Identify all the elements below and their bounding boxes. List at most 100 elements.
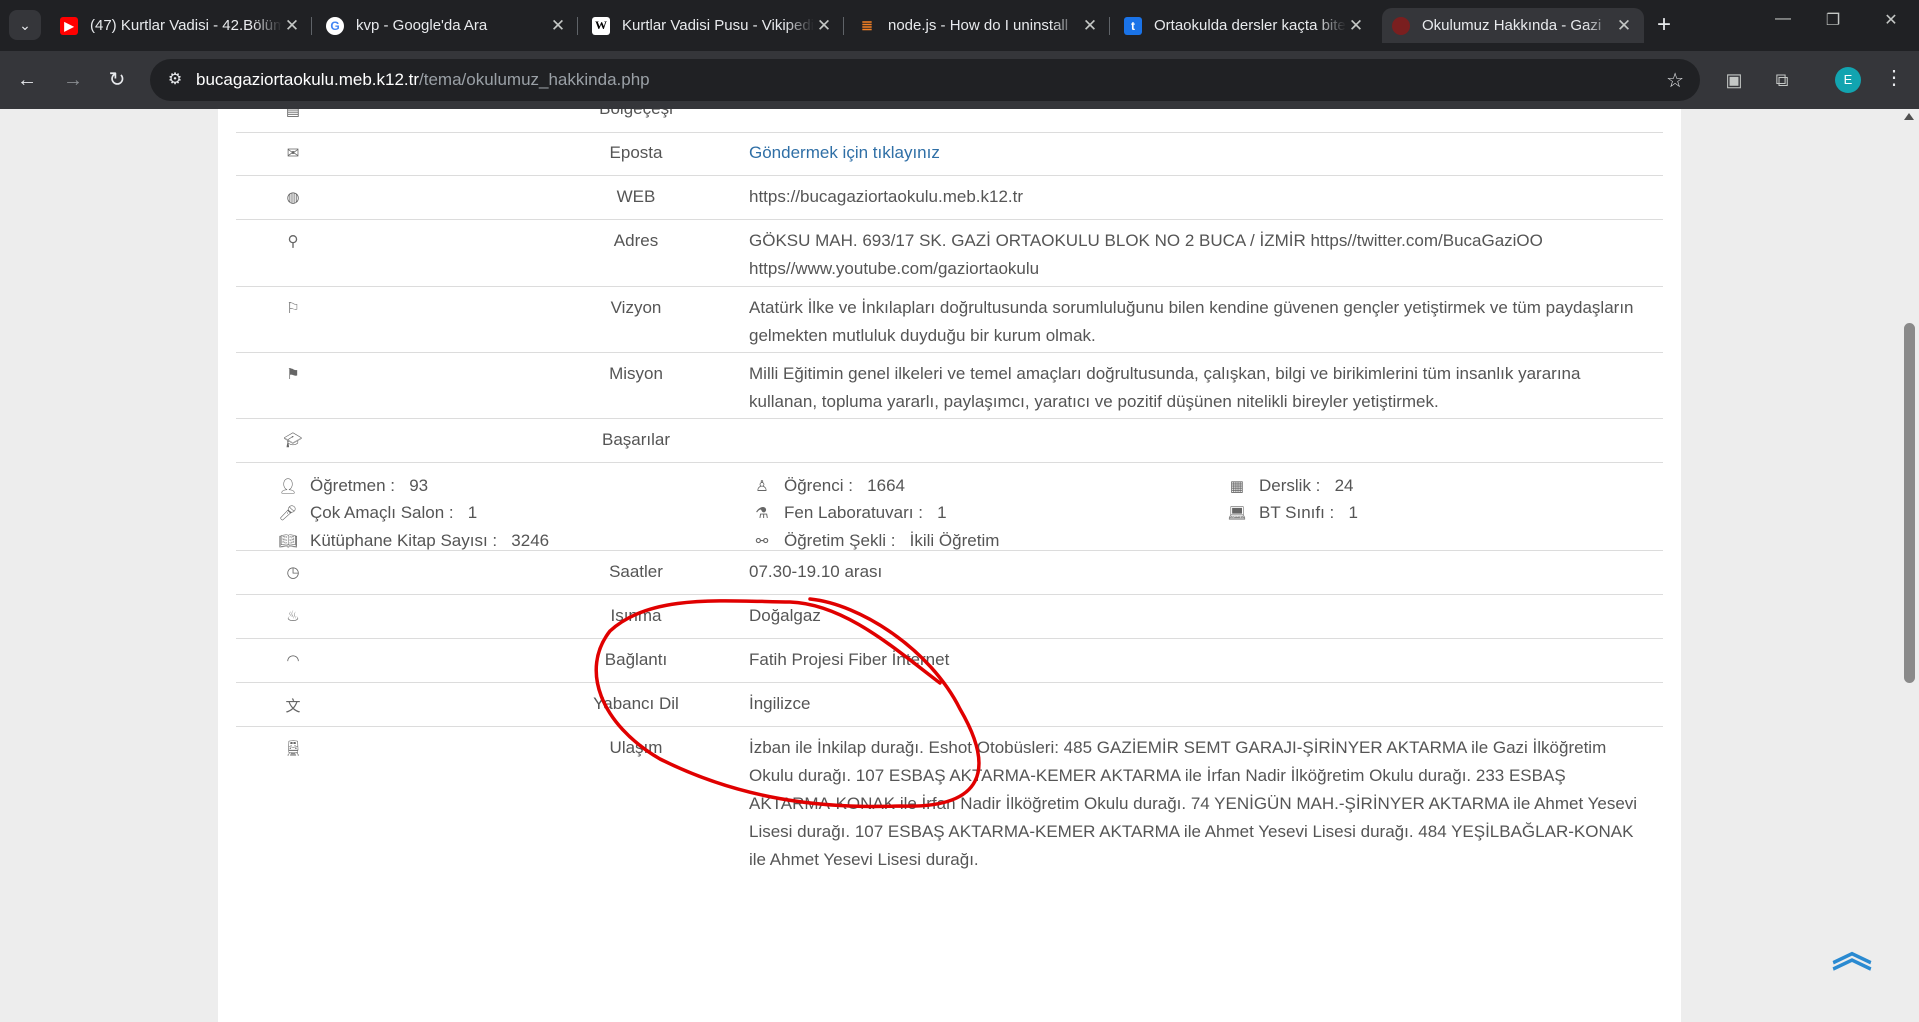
table-row-partial: ▤ Bölgeçeşi [236, 109, 1663, 133]
minimize-button[interactable]: — [1768, 10, 1798, 28]
tab-6-active[interactable]: Okulumuz Hakkında - Gazi ✕ [1382, 8, 1644, 43]
stat-value: 3246 [511, 531, 550, 550]
row-label: Misyon [609, 364, 663, 383]
back-button[interactable]: ← [14, 67, 40, 93]
tab-1[interactable]: ▶ (47) Kurtlar Vadisi - 42.Bölüm ✕ [50, 8, 312, 43]
tab-5[interactable]: t Ortaokulda dersler kaçta biter ✕ [1114, 8, 1376, 43]
stats-block: 👤︎ Öğretmen : 93 ♙ Öğrenci : 1664 ▦ Derslik… [236, 463, 1663, 551]
table-row-isinma: ♨ Isınma Doğalgaz [236, 595, 1663, 639]
clock-icon: ◷ [286, 564, 300, 581]
site-info-icon[interactable]: ⚙ [164, 69, 186, 91]
profile-avatar[interactable]: E [1835, 67, 1861, 93]
laptop-icon: 💻︎ [1227, 505, 1247, 522]
arrow-left-icon: ← [17, 69, 37, 91]
scroll-up-arrow-icon[interactable] [1904, 113, 1914, 120]
scrollbar-thumb[interactable] [1904, 323, 1915, 683]
row-label: Ulaşım [609, 738, 663, 757]
row-label: Eposta [609, 143, 663, 162]
minimize-icon: — [1775, 10, 1791, 27]
tab-title: Ortaokulda dersler kaçta biter [1154, 17, 1346, 34]
tab-title: Kurtlar Vadisi Pusu - Vikipedi [622, 17, 814, 34]
row-value: GÖKSU MAH. 693/17 SK. GAZİ ORTAOKULU BLO… [749, 231, 1543, 278]
stat-ogretmen: 👤︎ Öğretmen : 93 [278, 476, 428, 496]
forward-button[interactable]: → [60, 67, 86, 93]
stat-value: 93 [409, 476, 429, 495]
tab-4[interactable]: ≣ node.js - How do I uninstall ✕ [848, 8, 1110, 43]
close-window-button[interactable]: ✕ [1876, 10, 1906, 30]
bookmark-star-icon[interactable]: ☆ [1666, 68, 1684, 93]
tab-2[interactable]: G kvp - Google'da Ara ✕ [316, 8, 578, 43]
stat-label: Öğretmen : [310, 476, 396, 495]
row-label: Başarılar [601, 430, 671, 449]
tab-title: kvp - Google'da Ara [356, 17, 488, 34]
close-icon[interactable]: ✕ [1080, 16, 1100, 36]
table-row-saatler: ◷ Saatler 07.30-19.10 arası [236, 551, 1663, 595]
stat-fen-laboratuvari: ⚗ Fen Laboratuvarı : 1 [752, 503, 947, 523]
chevron-down-icon: ⌄ [19, 16, 31, 33]
tab-strip: ⌄ ▶ (47) Kurtlar Vadisi - 42.Bölüm ✕ G k… [0, 0, 1919, 51]
envelope-icon: ✉ [286, 145, 300, 162]
new-tab-button[interactable]: + [1651, 12, 1677, 38]
url-text[interactable]: bucagaziortaokulu.meb.k12.tr/tema/okulum… [196, 70, 650, 90]
row-label: Yabancı Dil [593, 694, 679, 713]
stat-ogretim-sekli: ⚯ Öğretim Şekli : İkili Öğretim [752, 531, 1000, 551]
restore-button[interactable]: ❐ [1818, 10, 1848, 30]
tab-title: (47) Kurtlar Vadisi - 42.Bölüm [90, 17, 282, 34]
plus-icon: + [1656, 11, 1671, 38]
tab-3[interactable]: W Kurtlar Vadisi Pusu - Vikipedi ✕ [582, 8, 844, 43]
wikipedia-icon: W [592, 16, 610, 35]
google-icon: G [326, 16, 344, 35]
stat-value: 1 [937, 503, 947, 522]
row-value: İngilizce [749, 694, 811, 713]
stat-label: Öğrenci : [784, 476, 853, 495]
tab-title: Okulumuz Hakkında - Gazi [1422, 17, 1602, 34]
book-icon: 📖︎ [278, 533, 298, 550]
stat-label: Derslik : [1259, 476, 1321, 495]
building-icon: ▦ [1229, 478, 1245, 495]
map-icon: ▤ [285, 109, 301, 119]
extension-icon[interactable]: ▣ [1722, 68, 1746, 92]
browser-toolbar: ← → ↻ ⚙ bucagaziortaokulu.meb.k12.tr/tem… [0, 51, 1919, 109]
row-label: WEB [616, 187, 656, 206]
row-value: Doğalgaz [749, 606, 821, 625]
table-row-misyon: ⚑ Misyon Milli Eğitimin genel ilkeleri v… [236, 353, 1663, 419]
close-icon[interactable]: ✕ [282, 16, 302, 36]
address-bar[interactable]: ⚙ bucagaziortaokulu.meb.k12.tr/tema/okul… [150, 59, 1700, 101]
train-icon: 🚆︎ [283, 740, 303, 757]
close-icon[interactable]: ✕ [814, 16, 834, 36]
row-value: 07.30-19.10 arası [749, 562, 883, 581]
reload-button[interactable]: ↻ [104, 67, 130, 93]
close-icon[interactable]: ✕ [548, 16, 568, 36]
email-link[interactable]: Göndermek için tıklayınız [749, 143, 940, 162]
flask-icon: ⚗ [755, 505, 769, 522]
row-value: https://bucagaziortaokulu.meb.k12.tr [749, 187, 1024, 206]
stat-derslik: ▦ Derslik : 24 [1227, 476, 1354, 496]
puzzle-icon[interactable]: ⧉ [1770, 68, 1794, 92]
close-icon[interactable]: ✕ [1346, 16, 1366, 36]
page-viewport: ▤ Bölgeçeşi ✉ Eposta Göndermek için tıkl… [0, 109, 1900, 1022]
tab-search-button[interactable]: ⌄ [9, 10, 41, 40]
stat-value: 1 [467, 503, 478, 522]
close-icon[interactable]: ✕ [1614, 16, 1634, 36]
table-row-baglanti: ◠ Bağlantı Fatih Projesi Fiber İnternet [236, 639, 1663, 683]
menu-kebab-icon[interactable]: ⋮ [1884, 65, 1904, 90]
tab-title: node.js - How do I uninstall [888, 17, 1069, 34]
map-marker-icon: ⚲ [287, 233, 299, 250]
page-scrollbar[interactable] [1900, 109, 1919, 1022]
table-row-adres: ⚲ Adres GÖKSU MAH. 693/17 SK. GAZİ ORTAO… [236, 220, 1663, 287]
flag-outline-icon: ⚐ [286, 300, 300, 317]
row-label: Vizyon [610, 298, 662, 317]
wifi-icon: ◠ [286, 652, 300, 669]
stat-kutuphane: 📖︎ Kütüphane Kitap Sayısı : 3246 [278, 531, 549, 551]
table-row-eposta: ✉ Eposta Göndermek için tıklayınız [236, 132, 1663, 176]
student-icon: ♙ [755, 478, 769, 495]
row-label: Saatler [609, 562, 663, 581]
row-value: Atatürk İlke ve İnkılapları doğrultusund… [749, 298, 1634, 345]
stat-value: 1664 [867, 476, 905, 495]
flag-icon: ⚑ [286, 366, 300, 383]
stat-label: Kütüphane Kitap Sayısı : [310, 531, 498, 550]
row-label: Bağlantı [604, 650, 668, 669]
reload-icon: ↻ [108, 69, 126, 91]
scroll-to-top-icon[interactable]: ︽ [1832, 933, 1872, 973]
row-label: Adres [613, 231, 659, 250]
